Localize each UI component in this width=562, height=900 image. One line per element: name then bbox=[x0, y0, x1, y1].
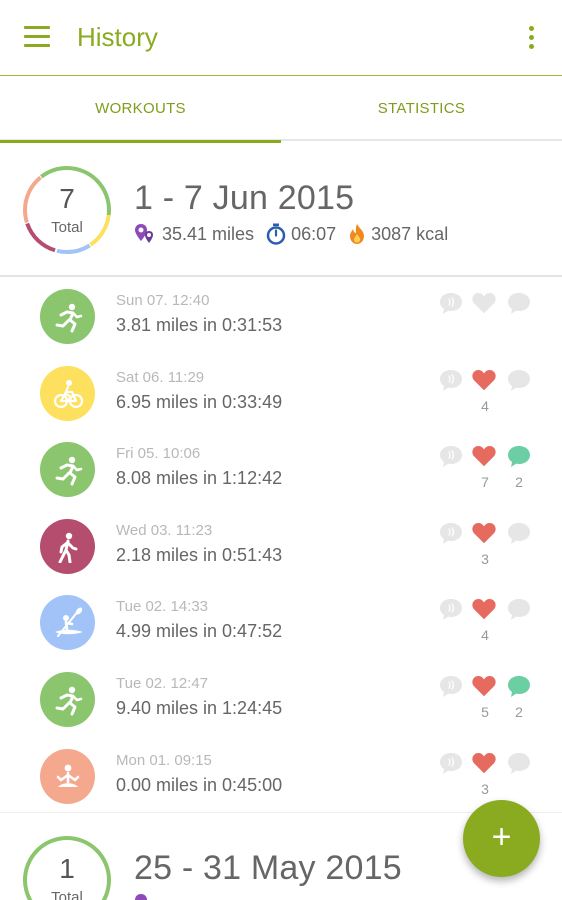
sport-badge bbox=[40, 289, 95, 344]
workout-date: Tue 02. 12:47 bbox=[116, 674, 209, 692]
stopwatch-icon bbox=[266, 223, 286, 245]
comment-count: 2 bbox=[515, 703, 523, 720]
workout-date: Sun 07. 12:40 bbox=[116, 292, 210, 309]
week-range: 1 - 7 Jun 2015 bbox=[134, 179, 355, 217]
page-title: History bbox=[77, 22, 158, 52]
walking-icon bbox=[58, 532, 78, 563]
week-stats: 35.41 miles 06:07 3087 kcal bbox=[134, 223, 454, 247]
workout-summary: 4.99 miles in 0:47:52 bbox=[116, 621, 283, 642]
like-heart-icon[interactable] bbox=[471, 673, 497, 699]
like-count: 3 bbox=[481, 550, 489, 567]
like-heart-icon[interactable] bbox=[471, 750, 497, 776]
cycling-icon bbox=[53, 379, 84, 408]
tab-bar: WORKOUTS STATISTICS bbox=[0, 77, 562, 143]
like-count: 4 bbox=[481, 397, 489, 414]
like-count: 7 bbox=[481, 474, 489, 491]
voice-message-icon[interactable] bbox=[438, 596, 464, 622]
week-stats bbox=[134, 893, 168, 900]
workout-summary: 9.40 miles in 1:24:45 bbox=[116, 697, 283, 718]
running-icon bbox=[55, 456, 83, 486]
workout-count-label: Total bbox=[51, 889, 83, 900]
plus-icon: + bbox=[491, 818, 512, 856]
calories-flame-icon bbox=[350, 224, 365, 244]
running-icon bbox=[55, 303, 83, 333]
distance-icon bbox=[135, 894, 147, 900]
voice-message-icon[interactable] bbox=[438, 443, 464, 469]
add-workout-button[interactable]: + bbox=[463, 800, 540, 877]
comment-bubble-icon[interactable] bbox=[506, 367, 532, 393]
workout-date: Fri 05. 10:06 bbox=[116, 445, 201, 463]
week-distance: 35.41 miles bbox=[162, 223, 255, 244]
sport-badge bbox=[40, 518, 95, 574]
comment-bubble-icon[interactable] bbox=[506, 750, 532, 776]
voice-message-icon[interactable] bbox=[438, 520, 464, 546]
like-heart-icon[interactable] bbox=[471, 290, 497, 316]
workout-count: 7 bbox=[59, 183, 75, 214]
like-heart-icon[interactable] bbox=[471, 520, 497, 546]
like-count: 3 bbox=[481, 780, 489, 797]
like-heart-icon[interactable] bbox=[471, 596, 497, 622]
workout-row[interactable]: Wed 03. 11:23 2.18 miles in 0:51:43 3 bbox=[0, 509, 562, 586]
workout-summary: 3.81 miles in 0:31:53 bbox=[116, 315, 283, 335]
workout-count-label: Total bbox=[51, 219, 83, 236]
running-icon bbox=[55, 686, 83, 716]
yoga-icon bbox=[56, 764, 80, 787]
workout-summary: 8.08 miles in 1:12:42 bbox=[116, 468, 283, 489]
sport-badge bbox=[40, 442, 95, 498]
comment-bubble-icon[interactable] bbox=[506, 290, 532, 316]
workout-date: Wed 03. 11:23 bbox=[116, 521, 213, 539]
like-heart-icon[interactable] bbox=[471, 367, 497, 393]
voice-message-icon[interactable] bbox=[438, 290, 464, 316]
week-range: 25 - 31 May 2015 bbox=[134, 849, 402, 887]
comment-bubble-icon[interactable] bbox=[506, 673, 532, 699]
comment-bubble-icon[interactable] bbox=[506, 443, 532, 469]
week-duration: 06:07 bbox=[291, 223, 337, 244]
sport-badge bbox=[40, 748, 95, 804]
week-summary[interactable]: 7 Total 1 - 7 Jun 2015 35.41 miles 06:07 bbox=[0, 143, 562, 277]
app-bar: History bbox=[0, 0, 562, 76]
voice-message-icon[interactable] bbox=[438, 673, 464, 699]
workout-row[interactable]: Fri 05. 10:06 8.08 miles in 1:12:42 7 2 bbox=[0, 432, 562, 509]
voice-message-icon[interactable] bbox=[438, 750, 464, 776]
workout-date: Mon 01. 09:15 bbox=[116, 751, 212, 769]
workout-row[interactable]: Sat 06. 11:29 6.95 miles in 0:33:49 4 bbox=[0, 356, 562, 433]
tab-statistics[interactable]: STATISTICS bbox=[281, 77, 562, 141]
sport-badge bbox=[40, 671, 95, 727]
voice-message-icon[interactable] bbox=[438, 367, 464, 393]
menu-icon[interactable] bbox=[24, 26, 52, 48]
workout-count: 1 bbox=[59, 853, 75, 884]
distance-icon bbox=[135, 224, 153, 243]
workout-list: Sun 07. 12:40 3.81 miles in 0:31:53 Sat 06… bbox=[0, 279, 562, 815]
like-heart-icon[interactable] bbox=[471, 443, 497, 469]
workout-summary: 6.95 miles in 0:33:49 bbox=[116, 391, 283, 412]
tab-workouts[interactable]: WORKOUTS bbox=[0, 77, 281, 143]
sport-badge bbox=[40, 595, 95, 651]
comment-count: 2 bbox=[515, 474, 523, 491]
more-options-icon[interactable] bbox=[522, 26, 542, 50]
workout-summary: 2.18 miles in 0:51:43 bbox=[116, 544, 283, 565]
comment-bubble-icon[interactable] bbox=[506, 520, 532, 546]
sport-badge bbox=[40, 365, 95, 421]
workout-date: Sat 06. 11:29 bbox=[116, 368, 205, 386]
workout-row[interactable]: Sun 07. 12:40 3.81 miles in 0:31:53 bbox=[0, 279, 562, 356]
kayaking-icon bbox=[55, 607, 83, 638]
workout-row[interactable]: Tue 02. 14:33 4.99 miles in 0:47:52 4 bbox=[0, 585, 562, 662]
workout-date: Tue 02. 14:33 bbox=[116, 598, 209, 616]
like-count: 4 bbox=[481, 627, 489, 644]
like-count: 5 bbox=[481, 703, 489, 720]
comment-bubble-icon[interactable] bbox=[506, 596, 532, 622]
workout-summary: 0.00 miles in 0:45:00 bbox=[116, 774, 283, 795]
workout-row[interactable]: Tue 02. 12:47 9.40 miles in 1:24:45 5 2 bbox=[0, 662, 562, 739]
week-calories: 3087 kcal bbox=[371, 223, 449, 244]
